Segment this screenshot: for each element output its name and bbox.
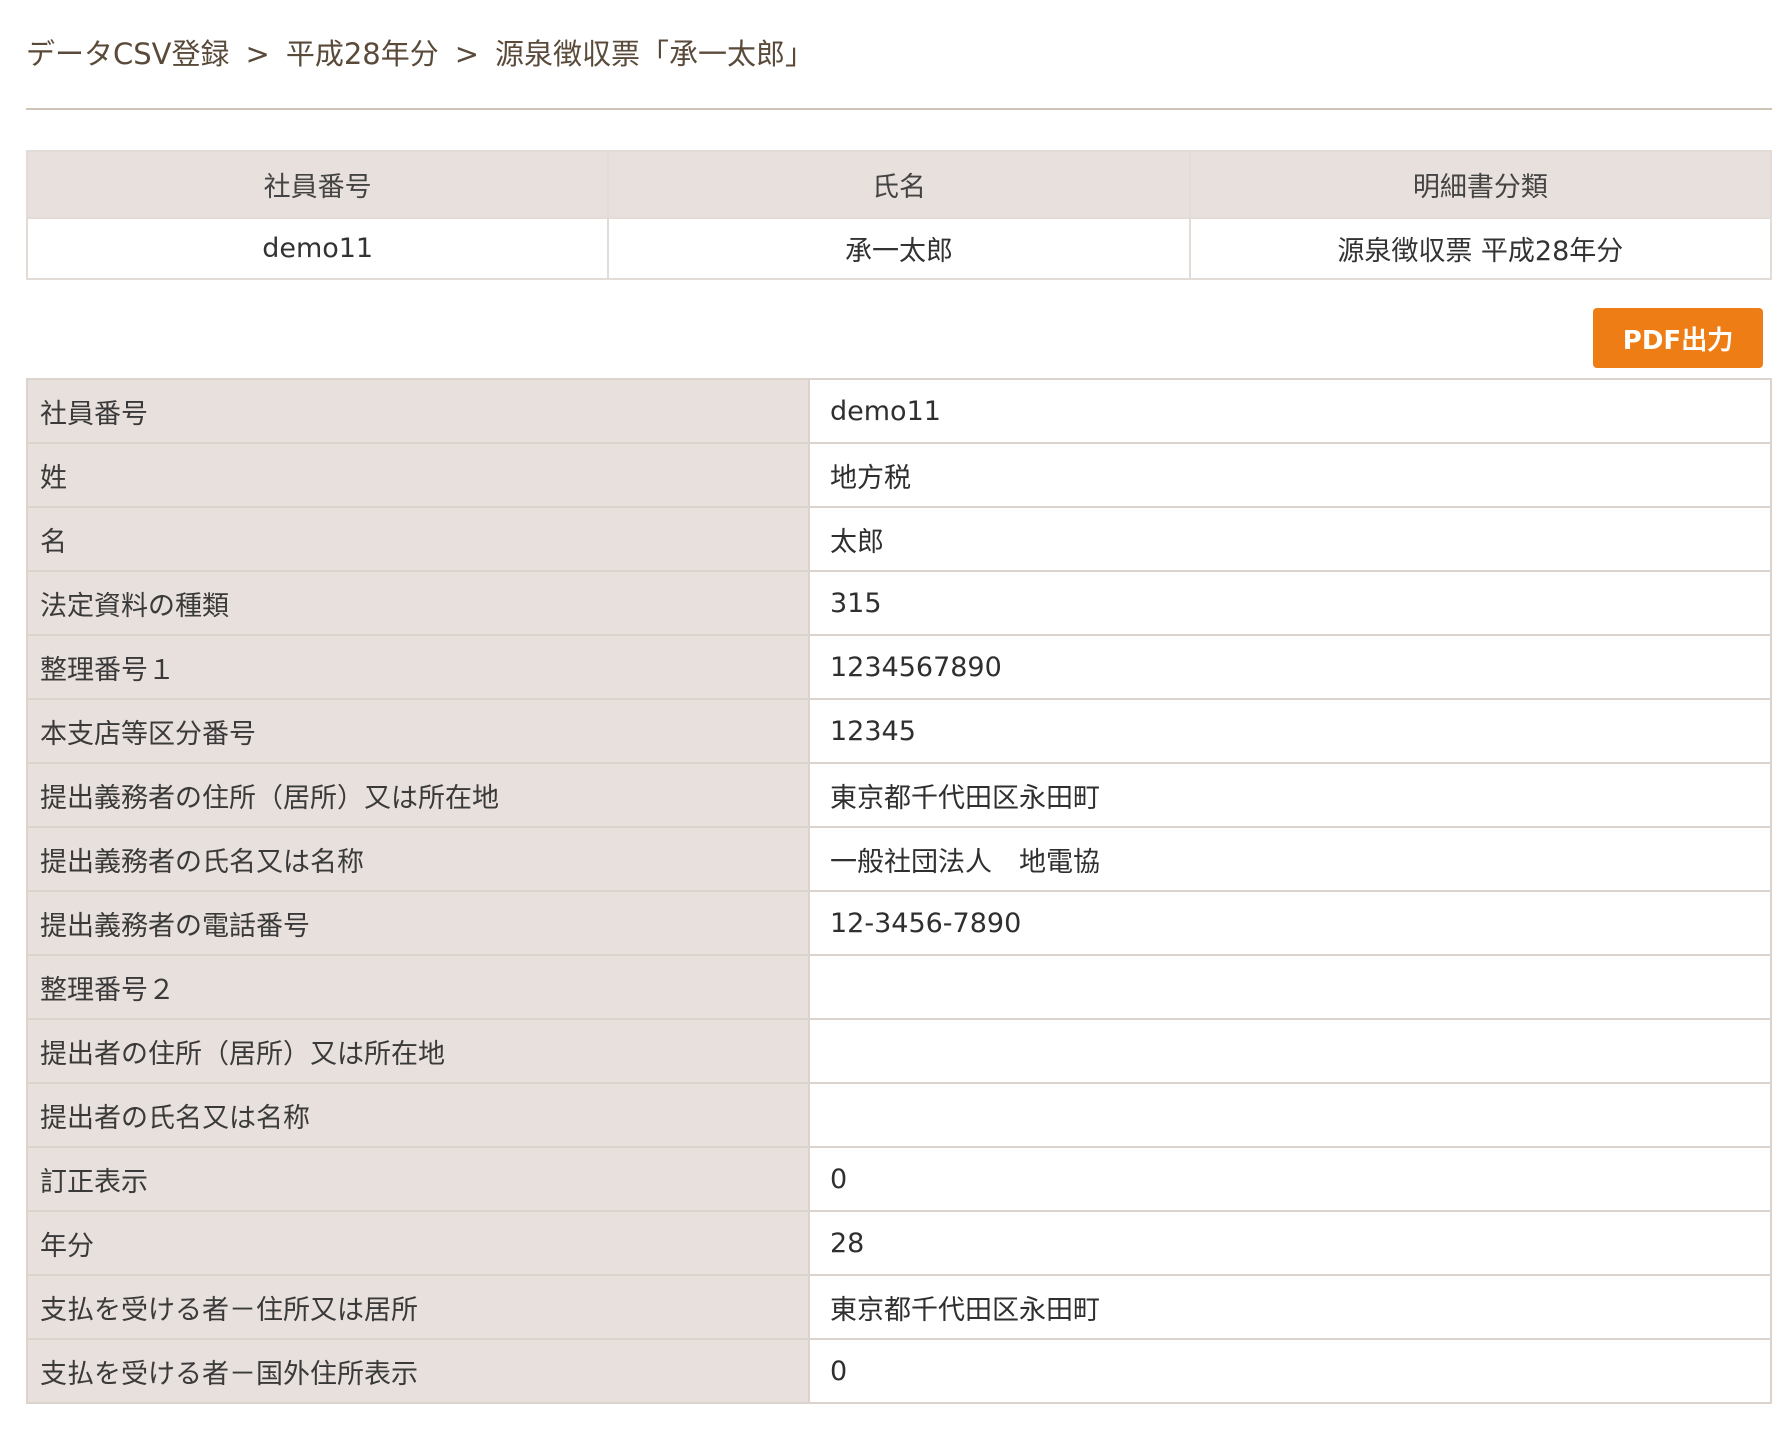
detail-row: 提出義務者の氏名又は名称 一般社団法人 地電協 — [26, 826, 1772, 892]
summary-name: 承一太郎 — [607, 217, 1191, 280]
detail-value: demo11 — [808, 378, 1772, 444]
detail-label: 整理番号２ — [26, 954, 810, 1020]
detail-row: 本支店等区分番号 12345 — [26, 698, 1772, 764]
detail-value: 28 — [808, 1210, 1772, 1276]
detail-row: 支払を受ける者－国外住所表示 0 — [26, 1338, 1772, 1404]
summary-header-statement-type: 明細書分類 — [1188, 150, 1773, 219]
summary-header-name: 氏名 — [607, 150, 1191, 219]
detail-value: 1234567890 — [808, 634, 1772, 700]
detail-row: 訂正表示 0 — [26, 1146, 1772, 1212]
summary-statement-type: 源泉徴収票 平成28年分 — [1188, 217, 1773, 280]
detail-label: 本支店等区分番号 — [26, 698, 810, 764]
detail-label: 年分 — [26, 1210, 810, 1276]
detail-label: 提出義務者の氏名又は名称 — [26, 826, 810, 892]
summary-employee-number: demo11 — [25, 217, 610, 280]
detail-label: 姓 — [26, 442, 810, 508]
detail-label: 支払を受ける者－住所又は居所 — [26, 1274, 810, 1340]
divider — [26, 108, 1772, 110]
breadcrumb-item-data-csv[interactable]: データCSV登録 — [26, 37, 230, 71]
detail-row: 支払を受ける者－住所又は居所 東京都千代田区永田町 — [26, 1274, 1772, 1340]
detail-value: 12-3456-7890 — [808, 890, 1772, 956]
breadcrumb-separator: > — [245, 37, 270, 71]
detail-label: 提出義務者の住所（居所）又は所在地 — [26, 762, 810, 828]
page: データCSV登録 > 平成28年分 > 源泉徴収票「承一太郎」 社員番号 氏名 明細書分… — [0, 0, 1782, 1434]
detail-label: 訂正表示 — [26, 1146, 810, 1212]
detail-value — [808, 954, 1772, 1020]
detail-row: 提出者の住所（居所）又は所在地 — [26, 1018, 1772, 1084]
detail-row: 年分 28 — [26, 1210, 1772, 1276]
detail-label: 名 — [26, 506, 810, 572]
breadcrumb-item-current: 源泉徴収票「承一太郎」 — [495, 37, 815, 71]
breadcrumb: データCSV登録 > 平成28年分 > 源泉徴収票「承一太郎」 — [26, 30, 1766, 78]
detail-row: 社員番号 demo11 — [26, 378, 1772, 444]
detail-value: 東京都千代田区永田町 — [808, 1274, 1772, 1340]
detail-label: 提出義務者の電話番号 — [26, 890, 810, 956]
detail-label: 社員番号 — [26, 378, 810, 444]
detail-value: 一般社団法人 地電協 — [808, 826, 1772, 892]
detail-value: 315 — [808, 570, 1772, 636]
breadcrumb-separator: > — [454, 37, 480, 71]
pdf-export-button[interactable]: PDF出力 — [1593, 308, 1763, 368]
detail-label: 整理番号１ — [26, 634, 810, 700]
detail-value: 0 — [808, 1146, 1772, 1212]
detail-label: 提出者の氏名又は名称 — [26, 1082, 810, 1148]
detail-label: 提出者の住所（居所）又は所在地 — [26, 1018, 810, 1084]
detail-row: 整理番号２ — [26, 954, 1772, 1020]
detail-value: 東京都千代田区永田町 — [808, 762, 1772, 828]
summary-header-row: 社員番号 氏名 明細書分類 — [25, 150, 1773, 219]
detail-row: 整理番号１ 1234567890 — [26, 634, 1772, 700]
detail-row: 法定資料の種類 315 — [26, 570, 1772, 636]
summary-header-employee-number: 社員番号 — [25, 150, 610, 219]
detail-value: 地方税 — [808, 442, 1772, 508]
detail-value — [808, 1082, 1772, 1148]
detail-table: 社員番号 demo11 姓地方税名太郎 法定資料の種類 315 整理番号１ 12345678… — [26, 378, 1772, 1404]
detail-value: 0 — [808, 1338, 1772, 1404]
detail-label: 支払を受ける者－国外住所表示 — [26, 1338, 810, 1404]
detail-row: 提出者の氏名又は名称 — [26, 1082, 1772, 1148]
detail-label: 法定資料の種類 — [26, 570, 810, 636]
detail-row: 姓地方税 — [26, 442, 1772, 508]
detail-value — [808, 1018, 1772, 1084]
detail-row: 提出義務者の住所（居所）又は所在地 東京都千代田区永田町 — [26, 762, 1772, 828]
summary-row: demo11 承一太郎 源泉徴収票 平成28年分 — [25, 217, 1773, 280]
summary-table: 社員番号 氏名 明細書分類 demo11 承一太郎 源泉徴収票 平成28年分 — [25, 150, 1773, 280]
detail-row: 名太郎 — [26, 506, 1772, 572]
breadcrumb-item-year[interactable]: 平成28年分 — [286, 37, 439, 71]
detail-value: 12345 — [808, 698, 1772, 764]
detail-value: 太郎 — [808, 506, 1772, 572]
detail-row: 提出義務者の電話番号 12-3456-7890 — [26, 890, 1772, 956]
